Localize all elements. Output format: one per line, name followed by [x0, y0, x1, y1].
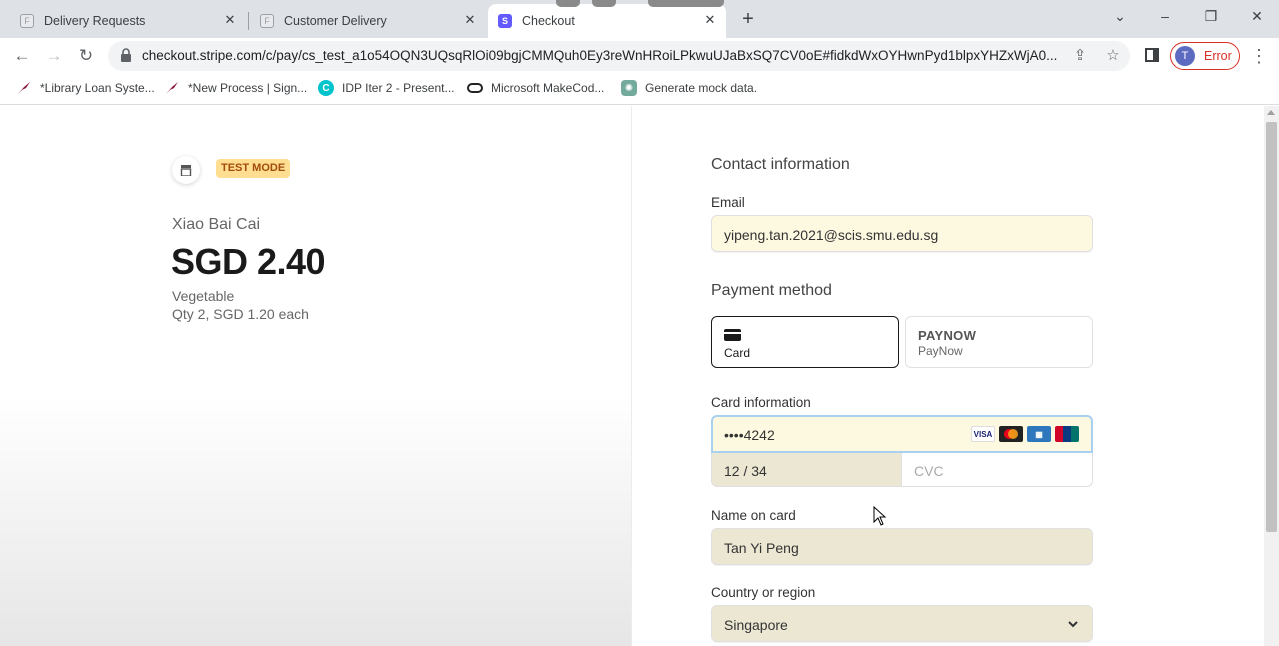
bookmarks-bar: *Library Loan Syste... *New Process | Si… — [0, 74, 1279, 105]
scroll-up-icon[interactable] — [1267, 110, 1275, 115]
tab-search-icon[interactable]: ⌄ — [1108, 8, 1132, 28]
scrollbar-thumb[interactable] — [1266, 122, 1277, 532]
expiry-field[interactable]: 12 / 34 — [711, 453, 902, 487]
country-select[interactable]: Singapore — [711, 605, 1093, 642]
tab-customer-delivery[interactable]: F Customer Delivery ✕ — [250, 4, 486, 38]
country-label: Country or region — [711, 585, 816, 600]
form-icon: F — [260, 14, 274, 28]
chatgpt-icon: ✺ — [621, 80, 637, 96]
page-scrollbar[interactable] — [1264, 106, 1279, 646]
bookmark-item[interactable]: *New Process | Sign... — [164, 80, 307, 96]
product-quantity: Qty 2, SGD 1.20 each — [172, 306, 309, 322]
close-icon[interactable]: ✕ — [702, 12, 718, 28]
makecode-icon — [467, 80, 483, 96]
amex-icon: ▦ — [1027, 426, 1051, 442]
payment-form-panel — [631, 106, 1264, 646]
card-number-field[interactable]: ••••4242 VISA ▦ — [711, 415, 1093, 453]
bookmark-label: Microsoft MakeCod... — [491, 81, 605, 95]
close-window-button[interactable]: ✕ — [1245, 8, 1269, 28]
bookmark-label: *New Process | Sign... — [188, 81, 308, 95]
card-brands: VISA ▦ — [971, 426, 1079, 442]
name-on-card-label: Name on card — [711, 508, 796, 523]
payment-section-title: Payment method — [711, 282, 832, 299]
close-icon[interactable]: ✕ — [462, 12, 478, 28]
visa-icon: VISA — [971, 426, 995, 442]
cvc-field[interactable]: CVC — [901, 453, 1093, 487]
overlay-handle — [592, 0, 616, 7]
paynow-icon: PAYNOW — [918, 328, 977, 343]
mouse-cursor-icon — [873, 506, 887, 526]
tab-title: Delivery Requests — [44, 14, 146, 28]
unionpay-icon — [1055, 426, 1079, 442]
profile-status: Error — [1204, 49, 1232, 63]
email-field[interactable]: yipeng.tan.2021@scis.smu.edu.sg — [711, 215, 1093, 252]
reload-button[interactable]: ↻ — [74, 44, 98, 68]
tab-separator — [248, 12, 249, 30]
share-icon[interactable]: ⇪ — [1070, 46, 1090, 66]
contact-section-title: Contact information — [711, 156, 850, 173]
profile-button[interactable]: T Error — [1170, 42, 1240, 70]
mastercard-icon — [999, 426, 1023, 442]
form-icon: F — [20, 14, 34, 28]
address-bar[interactable]: checkout.stripe.com/c/pay/cs_test_a1o54O… — [108, 41, 1130, 71]
bookmark-label: IDP Iter 2 - Present... — [342, 81, 455, 95]
close-icon[interactable]: ✕ — [222, 12, 238, 28]
product-name: Xiao Bai Cai — [172, 216, 261, 233]
card-icon — [724, 329, 741, 341]
browser-toolbar: ← → ↻ checkout.stripe.com/c/pay/cs_test_… — [0, 38, 1279, 74]
payment-method-paynow[interactable]: PAYNOW PayNow — [905, 316, 1093, 368]
test-mode-badge: TEST MODE — [216, 159, 291, 178]
order-summary-panel — [0, 106, 631, 646]
bookmark-item[interactable]: C IDP Iter 2 - Present... — [318, 80, 455, 96]
url-text: checkout.stripe.com/c/pay/cs_test_a1o54O… — [142, 48, 1058, 63]
minimize-button[interactable]: – — [1153, 8, 1177, 28]
tab-delivery-requests[interactable]: F Delivery Requests ✕ — [10, 4, 246, 38]
back-button[interactable]: ← — [10, 44, 34, 68]
email-label: Email — [711, 195, 745, 210]
new-tab-button[interactable]: + — [738, 9, 758, 29]
card-number-value: ••••4242 — [724, 427, 775, 443]
bookmark-item[interactable]: *Library Loan Syste... — [16, 80, 155, 96]
tab-checkout[interactable]: S Checkout ✕ — [488, 4, 726, 38]
country-value: Singapore — [724, 617, 788, 633]
side-panel-icon[interactable] — [1145, 48, 1159, 62]
forward-button[interactable]: → — [42, 44, 66, 68]
payment-method-card[interactable]: Card — [711, 316, 899, 368]
avatar: T — [1175, 46, 1195, 66]
overlay-handle — [648, 0, 724, 7]
tab-title: Checkout — [522, 14, 575, 28]
lock-icon — [121, 48, 131, 62]
payment-method-label: Card — [724, 346, 751, 360]
restore-button[interactable]: ❐ — [1199, 8, 1223, 28]
card-info-label: Card information — [711, 395, 811, 410]
bird-icon — [164, 80, 180, 96]
store-icon — [172, 156, 200, 184]
star-icon[interactable]: ☆ — [1103, 46, 1123, 66]
checkout-page — [0, 106, 1264, 646]
tab-title: Customer Delivery — [284, 14, 387, 28]
bookmark-item[interactable]: ✺ Generate mock data. — [621, 80, 757, 96]
more-menu-icon[interactable]: ⋮ — [1250, 44, 1268, 68]
overlay-handle — [556, 0, 580, 7]
tab-strip: F Delivery Requests ✕ F Customer Deliver… — [0, 0, 1279, 38]
total-price: SGD 2.40 — [171, 241, 326, 282]
bookmark-item[interactable]: Microsoft MakeCod... — [467, 80, 604, 96]
bookmark-label: *Library Loan Syste... — [40, 81, 155, 95]
bird-icon — [16, 80, 32, 96]
canva-icon: C — [318, 80, 334, 96]
payment-method-label: PayNow — [918, 344, 963, 358]
chevron-down-icon — [1068, 621, 1078, 628]
product-description: Vegetable — [172, 288, 235, 304]
bookmark-label: Generate mock data. — [645, 81, 758, 95]
stripe-icon: S — [498, 14, 512, 28]
name-on-card-field[interactable]: Tan Yi Peng — [711, 528, 1093, 565]
